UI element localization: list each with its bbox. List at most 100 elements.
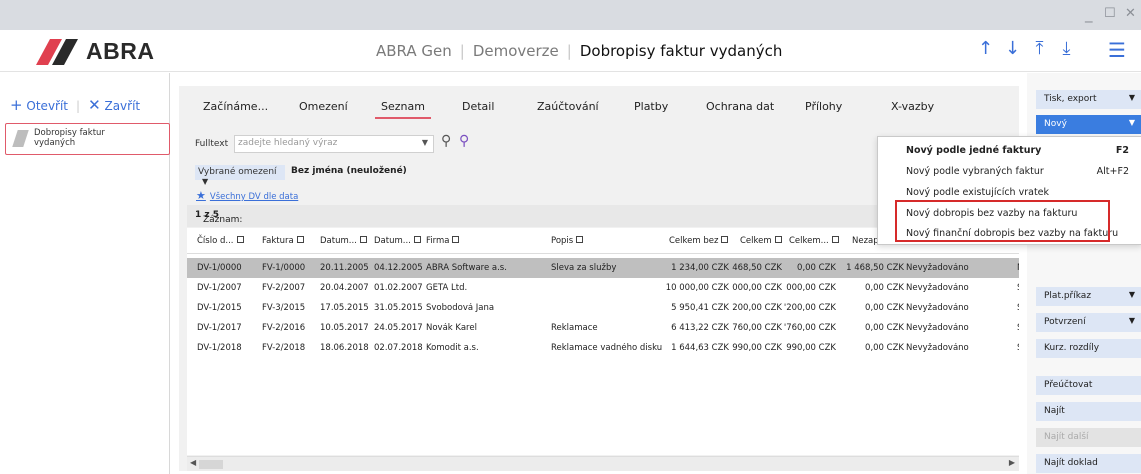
table-row[interactable]: DV-1/2007 FV-2/2007 20.04.2007 01.02.2007 GE… — [187, 278, 1019, 298]
hamburger-icon[interactable]: ☰ — [1108, 38, 1126, 62]
preuctovat-button[interactable]: Přeúčtovat — [1036, 376, 1141, 395]
table-cell: ABRA Software a.s. — [426, 263, 507, 273]
col-celkem[interactable]: Celkem — [740, 236, 782, 246]
table-row[interactable]: DV-1/0000 FV-1/0000 20.11.2005 04.12.2005 AB… — [187, 258, 1019, 278]
table-cell: DV-1/0000 — [197, 263, 242, 273]
table-cell: DV-1/2015 — [197, 303, 242, 313]
record-counter-text: Záznam: 1 z 5 — [195, 210, 242, 225]
col-label: Datum... — [374, 236, 411, 246]
tab-bar: Začínáme... Omezení Seznam Detail Zaúčto… — [179, 86, 1019, 126]
table-cell: '200,00 CZK — [783, 303, 836, 313]
data-grid: Číslo d... Faktura Datum... Datum... Fir… — [187, 228, 1019, 455]
table-row[interactable]: DV-1/2017 FV-2/2016 10.05.2017 24.05.2017 No… — [187, 318, 1019, 338]
table-cell: 04.12.2005 — [374, 263, 423, 273]
table-cell: 200,00 CZK — [732, 303, 782, 313]
potvrzeni-button[interactable]: Potvrzení ▼ — [1036, 313, 1141, 332]
table-cell: Nevyžadováno — [906, 303, 969, 313]
arrow-down-icon[interactable]: ↓ — [999, 38, 1026, 59]
chevron-down-icon[interactable]: ▼ — [422, 138, 428, 147]
arrow-up-icon[interactable]: ↑ — [972, 38, 999, 59]
close-icon: ✕ — [88, 96, 101, 114]
table-cell: Komodit a.s. — [426, 343, 479, 353]
col-label: Faktura — [262, 236, 294, 246]
close-button[interactable]: ✕ Zavřít — [88, 96, 141, 114]
breadcrumb-edition: Demoverze — [472, 42, 559, 60]
col-firma[interactable]: Firma — [426, 236, 460, 246]
col-label: Celkem... — [789, 236, 829, 246]
novy-button[interactable]: Nový ▼ — [1036, 115, 1141, 134]
col-datum2[interactable]: Datum... — [374, 236, 421, 246]
table-cell: 10.05.2017 — [320, 323, 369, 333]
table-cell: FV-2/2016 — [262, 323, 306, 333]
table-cell: 990,00 CZK — [732, 343, 782, 353]
table-cell: 20.11.2005 — [320, 263, 369, 273]
col-datum1[interactable]: Datum... — [320, 236, 367, 246]
all-records-link[interactable]: ★ Všechny DV dle data — [196, 189, 298, 202]
tisk-export-button[interactable]: Tisk, export ▼ — [1036, 90, 1141, 109]
table-cell: 31.05.2015 — [374, 303, 423, 313]
breadcrumb-app[interactable]: ABRA Gen — [376, 42, 452, 60]
table-cell: 0,00 CZK — [865, 303, 904, 313]
tab-omezeni[interactable]: Omezení — [299, 100, 348, 113]
preuctovat-label: Přeúčtovat — [1044, 380, 1093, 390]
close-window-icon[interactable]: ✕ — [1125, 6, 1136, 21]
menu-shortcut: F2 — [1115, 145, 1129, 156]
table-cell: Svobodová Jana — [426, 303, 495, 313]
close-label: Zavřít — [104, 99, 141, 113]
abra-logo-icon — [36, 39, 78, 65]
col-cislo[interactable]: Číslo d... — [197, 236, 244, 246]
table-cell: 468,50 CZK — [732, 263, 782, 273]
table-cell: DV-1/2017 — [197, 323, 242, 333]
table-cell: GETA Ltd. — [426, 283, 468, 293]
tab-ochrana-dat[interactable]: Ochrana dat — [706, 100, 774, 113]
col-celkem2[interactable]: Celkem... — [789, 236, 839, 246]
tab-zaciname[interactable]: Začínáme... — [203, 100, 268, 113]
open-document-tab[interactable]: Dobropisy faktur vydaných — [5, 123, 170, 155]
open-button[interactable]: + Otevřít — [10, 96, 68, 114]
table-cell: Nevyžadováno — [906, 263, 969, 273]
minimize-icon[interactable]: _ — [1085, 5, 1093, 23]
tab-x-vazby[interactable]: X-vazby — [891, 100, 934, 113]
tab-zauctovani[interactable]: Zaúčtování — [537, 100, 599, 113]
search-icon[interactable]: ⚲ — [441, 133, 451, 149]
najit-doklad-button[interactable]: Najít doklad — [1036, 454, 1141, 473]
table-cell: Nevyžadováno — [906, 343, 969, 353]
table-cell: Nevyžadováno — [906, 283, 969, 293]
horizontal-scrollbar[interactable]: ◀ ▶ — [187, 456, 1019, 471]
col-popis[interactable]: Popis — [551, 236, 584, 246]
kurz-rozdily-button[interactable]: Kurz. rozdíly — [1036, 339, 1141, 358]
col-celkem-bez[interactable]: Celkem bez — [669, 236, 729, 246]
tab-prilohy[interactable]: Přílohy — [805, 100, 842, 113]
tab-detail[interactable]: Detail — [462, 100, 494, 113]
omezeni-dropdown[interactable]: Vybrané omezení ▼ — [195, 165, 285, 186]
col-faktura[interactable]: Faktura — [262, 236, 304, 246]
doc-line1: Dobropisy faktur — [34, 128, 105, 138]
arrow-first-icon[interactable]: ⤒ — [1026, 38, 1053, 59]
arrow-last-icon[interactable]: ⤓ — [1053, 38, 1080, 59]
advanced-search-icon[interactable]: ⚲ — [459, 133, 469, 149]
fulltext-label: Fulltext — [195, 139, 229, 149]
menu-item-novy-podle-vybranych[interactable]: Nový podle vybraných faktur — [906, 166, 1044, 177]
tab-seznam[interactable]: Seznam — [375, 100, 431, 119]
najit-doklad-label: Najít doklad — [1044, 458, 1098, 468]
chevron-down-icon: ▼ — [1128, 118, 1135, 127]
table-row[interactable]: DV-1/2015 FV-3/2015 17.05.2015 31.05.2015 Sv… — [187, 298, 1019, 318]
omezeni-value: Bez jména (neuložené) — [291, 166, 407, 176]
menu-item-nový-podle-jedne[interactable]: Nový podle jedné faktury — [906, 145, 1041, 156]
fulltext-input[interactable]: zadejte hledaný výraz ▼ — [234, 135, 434, 153]
chevron-down-icon: ▼ — [1128, 316, 1135, 325]
scrollbar-thumb[interactable] — [199, 460, 223, 469]
table-cell: Novák Karel — [426, 323, 477, 333]
menu-item-novy-podle-vratek[interactable]: Nový podle existujících vratek — [906, 187, 1049, 198]
table-cell: 0,00 CZK — [865, 323, 904, 333]
scroll-left-icon[interactable]: ◀ — [190, 458, 196, 467]
record-navigation: ↑ ↓ ⤒ ⤓ — [972, 38, 1080, 59]
plat-prikaz-button[interactable]: Plat.příkaz ▼ — [1036, 287, 1141, 306]
scroll-right-icon[interactable]: ▶ — [1009, 458, 1015, 467]
table-row[interactable]: DV-1/2018 FV-2/2018 18.06.2018 02.07.2018 Ko… — [187, 338, 1019, 358]
table-cell: 760,00 CZK — [732, 323, 782, 333]
tab-platby[interactable]: Platby — [634, 100, 668, 113]
najit-dalsi-button[interactable]: Najít další — [1036, 428, 1141, 447]
maximize-icon[interactable]: ☐ — [1104, 6, 1116, 21]
najit-button[interactable]: Najít — [1036, 402, 1141, 421]
